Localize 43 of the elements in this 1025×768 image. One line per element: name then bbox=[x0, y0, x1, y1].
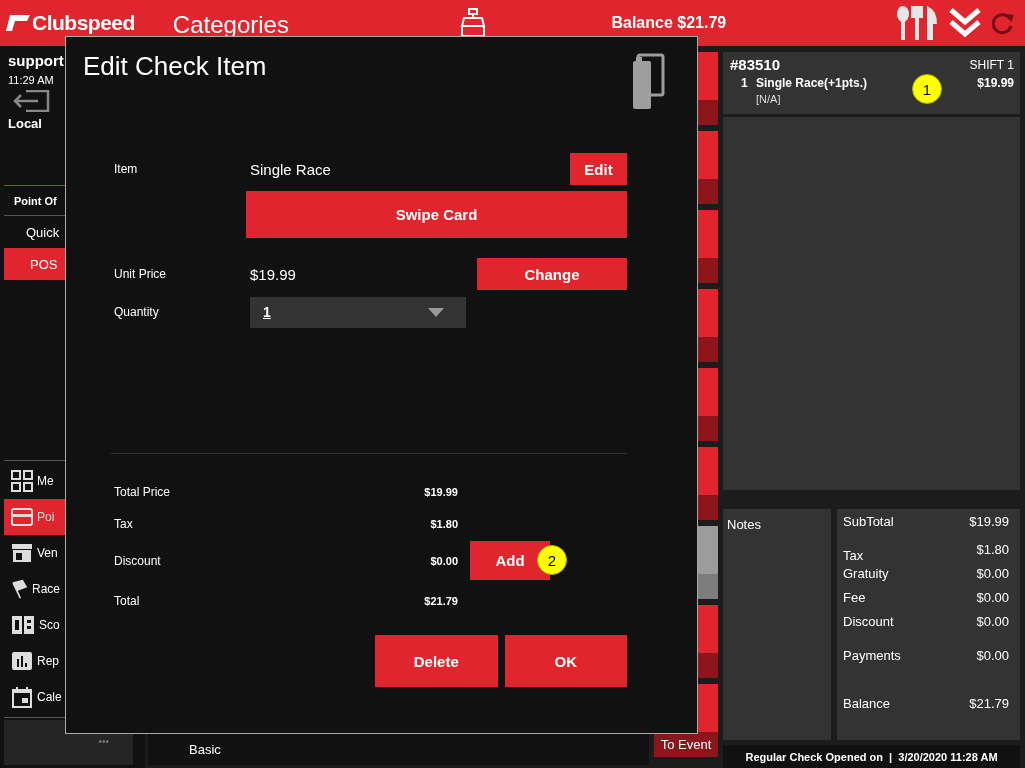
total-label: Payments bbox=[843, 648, 901, 666]
clock-time: 11:29 AM bbox=[8, 74, 55, 86]
check-number: #83510 bbox=[730, 56, 781, 73]
total-value: $0.00 bbox=[976, 590, 1009, 608]
item-price: $19.99 bbox=[977, 76, 1014, 92]
summary-label: Discount bbox=[114, 553, 162, 568]
summary-label: Total Price bbox=[114, 485, 172, 499]
location-label: Local bbox=[8, 116, 43, 131]
total-value: $0.00 bbox=[976, 648, 1009, 666]
field-label: Item bbox=[114, 162, 139, 176]
status-bar: Regular Check Opened on | 3/20/2020 11:28 AM bbox=[723, 745, 1020, 768]
summary-value: $21.79 bbox=[423, 595, 458, 607]
total-label: Discount bbox=[843, 614, 894, 632]
total-label: Balance bbox=[843, 696, 890, 714]
notes-label: Notes bbox=[727, 517, 761, 533]
dialog-title: Edit Check Item bbox=[83, 51, 267, 82]
user-name: support bbox=[8, 52, 64, 69]
summary-value: $19.99 bbox=[423, 486, 458, 498]
total-label: Fee bbox=[843, 590, 866, 608]
page-title: Categories bbox=[172, 11, 289, 39]
total-label: Tax bbox=[843, 548, 864, 566]
shift-label: SHIFT 1 bbox=[969, 57, 1014, 72]
total-value: $1.80 bbox=[976, 542, 1009, 560]
item-value: Single Race bbox=[250, 160, 332, 178]
balance-text: Balance $21.79 bbox=[611, 14, 727, 32]
summary-label: Total bbox=[114, 594, 141, 608]
summary-value: $1.80 bbox=[429, 518, 458, 530]
field-label: Unit Price bbox=[114, 267, 167, 281]
section-title: Point Of bbox=[14, 194, 57, 207]
field-label: Quantity bbox=[114, 305, 160, 319]
total-label: SubTotal bbox=[843, 514, 894, 532]
total-value: $0.00 bbox=[976, 566, 1009, 584]
unit-price-value: $19.99 bbox=[250, 265, 297, 283]
total-value: $19.99 bbox=[969, 514, 1009, 532]
summary-label: Tax bbox=[114, 517, 134, 531]
summary-value: $0.00 bbox=[429, 554, 458, 567]
total-value: $0.00 bbox=[976, 614, 1009, 632]
logo-text: Clubspeed bbox=[32, 11, 135, 35]
item-detail: [N/A] bbox=[756, 93, 782, 105]
total-value: $21.79 bbox=[969, 696, 1009, 714]
total-label: Gratuity bbox=[843, 566, 889, 584]
callout-badge: 1 bbox=[912, 74, 942, 104]
item-quantity: 1 bbox=[740, 76, 749, 92]
